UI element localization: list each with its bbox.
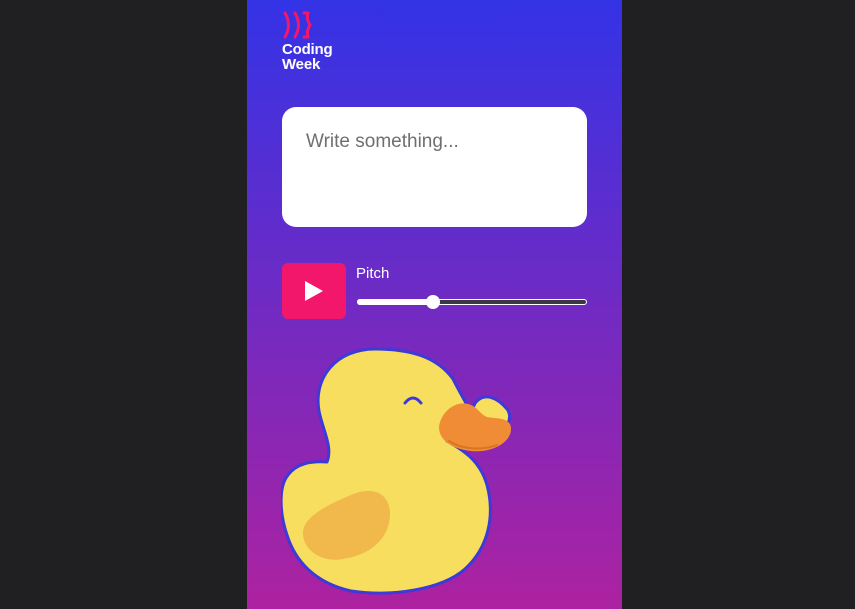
pitch-slider-thumb[interactable]	[426, 295, 440, 309]
play-icon	[305, 281, 323, 301]
play-button[interactable]	[282, 263, 346, 319]
pitch-label: Pitch	[356, 265, 390, 282]
speech-text-input[interactable]	[282, 107, 587, 227]
rubber-duck-icon	[281, 347, 512, 595]
pitch-slider[interactable]	[357, 295, 587, 309]
app-panel: Coding Week Pitch	[247, 0, 622, 609]
coding-week-logo: Coding Week	[282, 11, 362, 73]
logo-text-line2: Week	[282, 56, 321, 73]
logo-mark-icon	[283, 11, 312, 39]
logo-text: Coding Week	[282, 41, 333, 73]
logo-text-line1: Coding	[282, 41, 333, 58]
pitch-slider-fill	[357, 299, 433, 305]
